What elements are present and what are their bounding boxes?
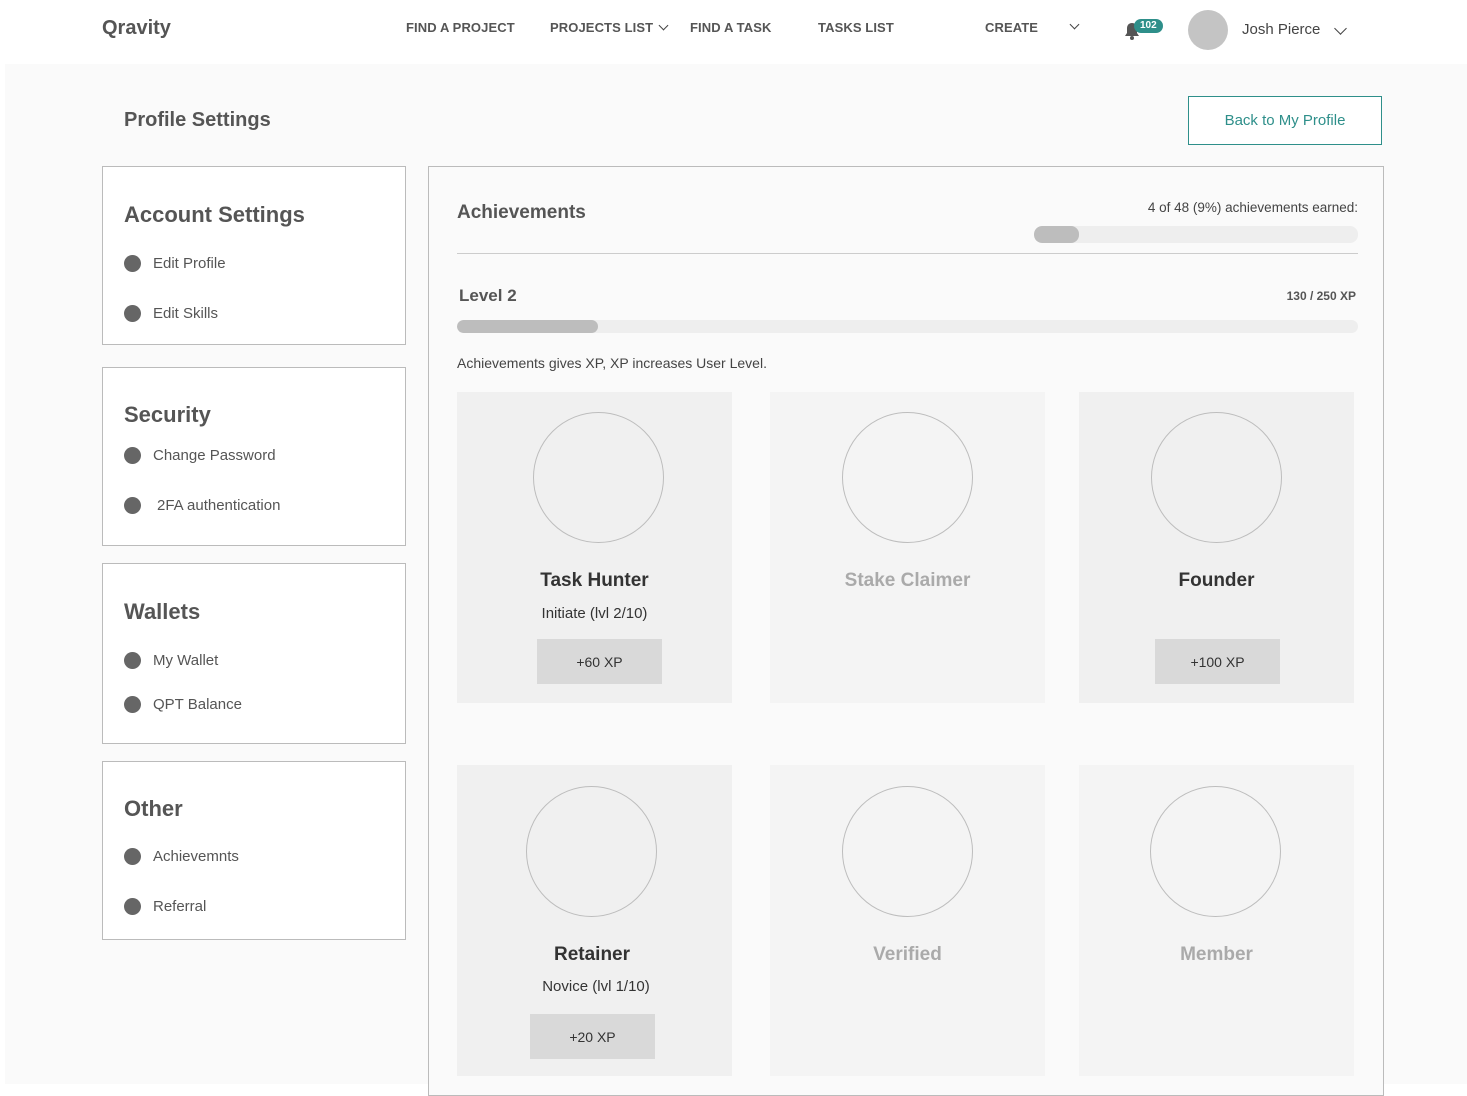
sidebar-item-2fa[interactable]: 2FA authentication bbox=[124, 497, 280, 514]
sidebar-item-edit-skills[interactable]: Edit Skills bbox=[124, 305, 218, 322]
sidebar-item-label: Edit Skills bbox=[153, 305, 219, 322]
achievement-card-founder[interactable]: Founder +100 XP bbox=[1079, 392, 1354, 703]
sidebar-item-label: My Wallet bbox=[153, 652, 219, 669]
sidebar-item-my-wallet[interactable]: My Wallet bbox=[124, 652, 218, 669]
achievement-name: Stake Claimer bbox=[844, 570, 971, 591]
achievement-card-task-hunter[interactable]: Task Hunter Initiate (lvl 2/10) +60 XP bbox=[457, 392, 732, 703]
achievement-badge-icon bbox=[526, 786, 657, 917]
nav-find-a-project[interactable]: FIND A PROJECT bbox=[406, 20, 515, 35]
bullet-icon bbox=[124, 447, 141, 464]
other-card: Other Achievemnts Referral bbox=[102, 761, 406, 940]
nav-find-a-task[interactable]: FIND A TASK bbox=[690, 20, 772, 35]
sidebar-item-edit-profile[interactable]: Edit Profile bbox=[124, 255, 226, 272]
notification-count-badge: 102 bbox=[1134, 19, 1163, 33]
bullet-icon bbox=[124, 305, 141, 322]
chevron-down-icon[interactable] bbox=[658, 20, 669, 31]
bullet-icon bbox=[124, 848, 141, 865]
achievement-name: Founder bbox=[1178, 570, 1255, 591]
bullet-icon bbox=[124, 255, 141, 272]
achievement-level: Novice (lvl 1/10) bbox=[542, 978, 650, 995]
nav-projects-list[interactable]: PROJECTS LIST bbox=[550, 20, 653, 35]
user-avatar[interactable] bbox=[1188, 10, 1228, 50]
section-title: Other bbox=[124, 796, 183, 821]
sidebar-item-label: Change Password bbox=[153, 447, 276, 464]
top-navigation-bar: Qravity FIND A PROJECT PROJECTS LIST FIN… bbox=[0, 0, 1467, 64]
achievements-progress-fill bbox=[1034, 226, 1080, 243]
sidebar-item-label: Referral bbox=[153, 898, 207, 915]
achievement-card-member[interactable]: Member bbox=[1079, 765, 1354, 1076]
xp-progress-fill bbox=[457, 320, 598, 333]
bullet-icon bbox=[124, 696, 141, 713]
achievement-name: Verified bbox=[873, 944, 942, 965]
user-name[interactable]: Josh Pierce bbox=[1242, 21, 1320, 38]
achievement-xp-button[interactable]: +20 XP bbox=[530, 1014, 655, 1059]
back-to-profile-button[interactable]: Back to My Profile bbox=[1188, 96, 1382, 145]
sidebar-item-achievements[interactable]: Achievemnts bbox=[124, 848, 239, 865]
nav-create[interactable]: CREATE bbox=[985, 20, 1038, 35]
achievement-badge-icon bbox=[842, 786, 973, 917]
sidebar-item-label: 2FA authentication bbox=[157, 497, 281, 514]
achievement-xp-button[interactable]: +60 XP bbox=[537, 639, 662, 684]
sidebar-item-referral[interactable]: Referral bbox=[124, 898, 206, 915]
achievement-name: Member bbox=[1180, 944, 1253, 965]
achievement-name: Retainer bbox=[553, 944, 631, 965]
level-label: Level 2 bbox=[459, 286, 517, 305]
account-settings-card: Account Settings Edit Profile Edit Skill… bbox=[102, 166, 406, 345]
achievements-earned-text: 4 of 48 (9%) achievements earned: bbox=[1147, 200, 1358, 215]
achievement-badge-icon bbox=[842, 412, 973, 543]
xp-progress-bar bbox=[457, 320, 1358, 333]
achievements-title: Achievements bbox=[457, 202, 586, 223]
achievement-card-stake-claimer[interactable]: Stake Claimer bbox=[770, 392, 1045, 703]
sidebar-item-change-password[interactable]: Change Password bbox=[124, 447, 276, 464]
bullet-icon bbox=[124, 898, 141, 915]
achievements-progress-bar bbox=[1034, 226, 1358, 243]
sidebar-item-qpt-balance[interactable]: QPT Balance bbox=[124, 696, 242, 713]
achievement-badge-icon bbox=[533, 412, 664, 543]
achievement-card-verified[interactable]: Verified bbox=[770, 765, 1045, 1076]
xp-hint-text: Achievements gives XP, XP increases User… bbox=[457, 355, 767, 371]
bullet-icon bbox=[124, 652, 141, 669]
security-card: Security Change Password 2FA authenticat… bbox=[102, 367, 406, 546]
wallets-card: Wallets My Wallet QPT Balance bbox=[102, 563, 406, 744]
achievement-card-retainer[interactable]: Retainer Novice (lvl 1/10) +20 XP bbox=[457, 765, 732, 1076]
chevron-down-icon[interactable] bbox=[1334, 22, 1347, 35]
achievement-xp-button[interactable]: +100 XP bbox=[1155, 639, 1280, 684]
xp-counter: 130 / 250 XP bbox=[1286, 289, 1356, 303]
page-title: Profile Settings bbox=[124, 109, 271, 131]
section-title: Account Settings bbox=[124, 202, 305, 227]
nav-tasks-list[interactable]: TASKS LIST bbox=[818, 20, 894, 35]
achievement-badge-icon bbox=[1150, 786, 1281, 917]
sidebar-item-label: QPT Balance bbox=[153, 696, 242, 713]
divider bbox=[457, 253, 1358, 254]
app-logo[interactable]: Qravity bbox=[102, 17, 171, 40]
section-title: Security bbox=[124, 402, 211, 427]
achievement-badge-icon bbox=[1151, 412, 1282, 543]
bullet-icon bbox=[124, 497, 141, 514]
sidebar-item-label: Edit Profile bbox=[153, 255, 226, 272]
achievement-name: Task Hunter bbox=[540, 570, 649, 591]
chevron-down-icon[interactable] bbox=[1069, 19, 1080, 30]
achievement-level: Initiate (lvl 2/10) bbox=[541, 605, 648, 622]
section-title: Wallets bbox=[124, 599, 201, 624]
sidebar-item-label: Achievemnts bbox=[153, 848, 239, 865]
